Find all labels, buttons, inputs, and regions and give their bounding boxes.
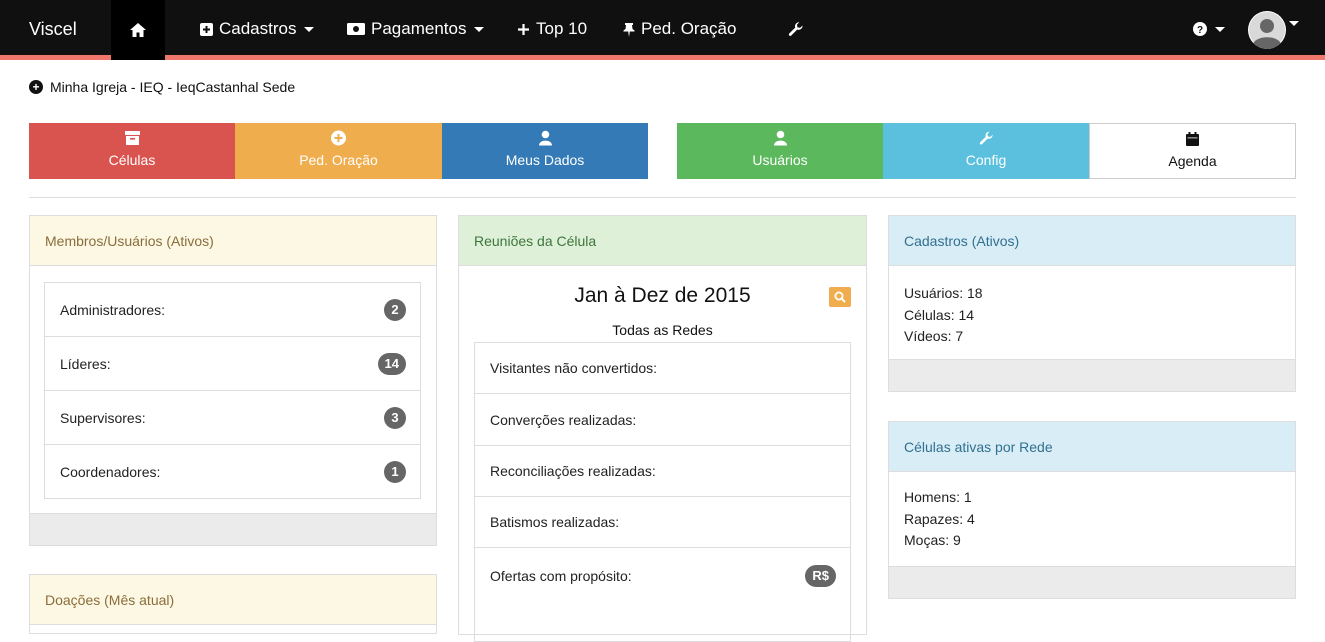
user-icon [773, 130, 787, 146]
celulas-rede-panel-title: Células ativas por Rede [889, 422, 1295, 472]
user-avatar-icon [1249, 12, 1285, 49]
money-icon [347, 23, 365, 35]
list-item: Reconciliações realizadas: [475, 446, 850, 497]
brand-link[interactable]: Viscel [29, 0, 77, 60]
tile-agenda[interactable]: Agenda [1089, 123, 1296, 179]
home-button[interactable] [111, 0, 165, 60]
tile-ped-oracao-label: Ped. Oração [299, 152, 378, 168]
panel-footer [889, 566, 1295, 598]
chevron-down-icon [474, 26, 485, 32]
cadastros-panel: Cadastros (Ativos) Usuários: 18 Células:… [888, 215, 1296, 392]
nav-cadastros[interactable]: Cadastros [200, 0, 315, 58]
reunioes-period: Jan à Dez de 2015 [574, 284, 751, 307]
panel-footer [889, 359, 1295, 391]
list-item: Líderes: 14 [45, 337, 420, 391]
membros-panel: Membros/Usuários (Ativos) Administradore… [29, 215, 437, 546]
count-badge: 1 [384, 460, 406, 483]
reunioes-list: Visitantes não convertidos: Converções r… [474, 342, 851, 642]
chevron-down-icon [304, 26, 315, 32]
tile-usuarios-label: Usuários [752, 152, 808, 168]
currency-badge: R$ [805, 564, 836, 587]
list-item-label: Supervisores: [60, 409, 146, 426]
list-item-label: Converções realizadas: [490, 411, 637, 428]
help-menu[interactable]: ? [1193, 0, 1225, 58]
plus-circle-icon [331, 130, 346, 146]
list-item: Administradores: 2 [45, 283, 420, 337]
list-item: Coordenadores: 1 [45, 445, 420, 498]
plus-circle-icon[interactable]: + [29, 80, 43, 94]
divider [29, 197, 1296, 198]
count-badge: 2 [384, 298, 406, 321]
list-item: Células: 14 [904, 306, 975, 323]
tile-meus-dados[interactable]: Meus Dados [442, 123, 648, 179]
list-item: Visitantes não convertidos: [475, 343, 850, 394]
wrench-icon [788, 22, 803, 36]
chevron-down-icon[interactable] [1289, 21, 1299, 26]
calendar-icon [1186, 132, 1199, 146]
list-item: Converções realizadas: [475, 394, 850, 446]
nav-ped-oracao-label: Ped. Oração [641, 19, 737, 38]
celulas-rede-list: Homens: 1 Rapazes: 4 Moças: 9 [904, 487, 975, 552]
celulas-rede-panel: Células ativas por Rede Homens: 1 Rapaze… [888, 421, 1296, 599]
top-navbar: Viscel Cadastros Pagamentos Top 10 Ped. … [0, 0, 1325, 60]
list-item: Moças: 9 [904, 532, 961, 548]
wrench-icon [979, 131, 993, 145]
tile-meus-dados-label: Meus Dados [505, 152, 585, 168]
list-item: Ofertas com propósito: R$ [475, 548, 850, 603]
list-item: Rapazes: 4 [904, 510, 975, 527]
list-item-label: Coordenadores: [60, 463, 161, 480]
cadastros-list: Usuários: 18 Células: 14 Vídeos: 7 [904, 283, 983, 348]
tile-agenda-label: Agenda [1168, 153, 1217, 169]
tile-usuarios[interactable]: Usuários [677, 123, 883, 179]
list-item-label: Administradores: [60, 301, 166, 318]
nav-pagamentos-label: Pagamentos [371, 19, 467, 38]
question-circle-icon: ? [1193, 22, 1207, 36]
plus-square-icon [200, 22, 213, 36]
reunioes-panel: Reuniões da Célula Jan à Dez de 2015 Tod… [458, 215, 867, 642]
doacoes-panel-title: Doações (Mês atual) [30, 575, 436, 625]
tile-config-label: Config [965, 152, 1007, 168]
nav-cadastros-label: Cadastros [219, 19, 297, 38]
membros-panel-title: Membros/Usuários (Ativos) [30, 216, 436, 266]
list-item-label: Líderes: [60, 355, 111, 372]
svg-text:?: ? [1197, 25, 1203, 36]
search-button[interactable] [829, 287, 851, 307]
list-item-label: Reconciliações realizadas: [490, 463, 656, 479]
count-badge: 14 [377, 352, 406, 375]
doacoes-panel: Doações (Mês atual) [29, 574, 437, 634]
tile-ped-oracao[interactable]: Ped. Oração [235, 123, 442, 179]
breadcrumb-text: Minha Igreja - IEQ - IeqCastanhal Sede [50, 79, 296, 95]
user-icon [538, 130, 552, 146]
tile-config[interactable]: Config [883, 123, 1089, 179]
nav-pagamentos[interactable]: Pagamentos [347, 0, 485, 58]
list-item: Batismos realizadas: [475, 497, 850, 548]
list-item: Homens: 1 [904, 489, 972, 505]
list-item-label: Batismos realizadas: [490, 514, 620, 530]
list-item: Usuários: 18 [904, 285, 983, 301]
tile-celulas[interactable]: Células [29, 123, 235, 179]
list-item-label: Ofertas com propósito: [490, 567, 632, 584]
home-icon [130, 23, 146, 37]
list-item: Vídeos: 7 [904, 328, 964, 344]
membros-list: Administradores: 2 Líderes: 14 Superviso… [44, 282, 421, 499]
search-icon [834, 291, 846, 303]
pin-icon [623, 22, 635, 37]
nav-ped-oracao[interactable]: Ped. Oração [623, 0, 736, 58]
plus-icon [518, 23, 529, 35]
panel-footer [30, 513, 436, 545]
reunioes-subtitle: Todas as Redes [612, 322, 713, 338]
chevron-down-icon [1215, 26, 1225, 32]
user-avatar-button[interactable] [1248, 11, 1286, 49]
tile-celulas-label: Células [108, 152, 156, 168]
nav-top10[interactable]: Top 10 [517, 0, 587, 58]
list-item-label: Visitantes não convertidos: [490, 360, 658, 376]
list-item: Supervisores: 3 [45, 391, 420, 445]
tools-button[interactable] [788, 0, 804, 58]
cadastros-panel-title: Cadastros (Ativos) [889, 216, 1295, 266]
breadcrumb: + Minha Igreja - IEQ - IeqCastanhal Sede [29, 79, 295, 95]
count-badge: 3 [384, 406, 406, 429]
nav-top10-label: Top 10 [536, 19, 588, 38]
archive-icon [124, 131, 140, 145]
reunioes-panel-title: Reuniões da Célula [459, 216, 866, 266]
